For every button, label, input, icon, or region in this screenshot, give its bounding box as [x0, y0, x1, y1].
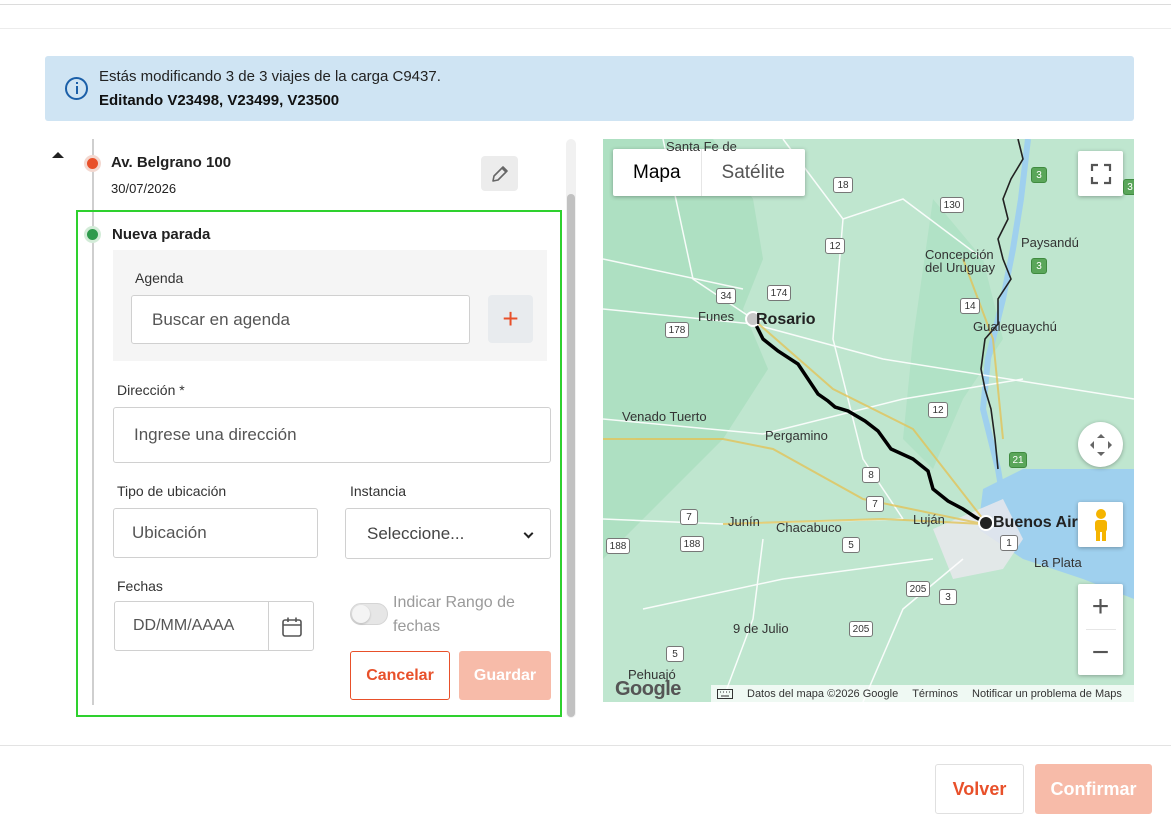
route-shield: 5 — [842, 537, 860, 553]
instancia-value: Seleccione... — [367, 523, 465, 543]
city-venado-tuerto: Venado Tuerto — [622, 409, 707, 424]
keyboard-icon[interactable] — [717, 688, 733, 699]
date-range-label: Indicar Rango de fechas — [393, 594, 515, 635]
info-banner: Estás modificando 3 de 3 viajes de la ca… — [45, 56, 1134, 121]
pencil-icon — [492, 166, 508, 182]
city-lujan: Luján — [913, 512, 945, 527]
route-shield: 188 — [680, 536, 704, 552]
camera-control-icon — [1089, 433, 1112, 456]
agenda-search-input[interactable]: Buscar en agenda — [131, 295, 470, 344]
route-shield: 7 — [680, 509, 698, 525]
route-shield: 8 — [862, 467, 880, 483]
scrollbar[interactable] — [566, 139, 576, 718]
city-concepcion: Concepción del Uruguay — [925, 247, 996, 275]
date-separator — [268, 602, 269, 650]
city-funes: Funes — [698, 309, 735, 324]
collapse-caret-icon[interactable] — [52, 152, 64, 158]
date-range-toggle[interactable] — [350, 603, 388, 625]
confirm-button[interactable]: Confirmar — [1035, 764, 1152, 814]
map-type-control: Mapa Satélite — [613, 149, 805, 196]
map-type-satellite-button[interactable]: Satélite — [700, 149, 805, 196]
origin-stop-marker — [84, 155, 101, 172]
route-shield: 130 — [940, 197, 964, 213]
street-view-pegman[interactable] — [1078, 502, 1123, 547]
city-pergamino: Pergamino — [765, 428, 828, 443]
city-gualeguaychu: Gualeguaychú — [973, 319, 1057, 334]
city-buenos-aires: Buenos Air — [993, 514, 1078, 531]
agenda-label: Agenda — [135, 270, 184, 286]
date-input[interactable]: DD/MM/AAAA — [114, 601, 314, 651]
header-divider — [0, 28, 1171, 29]
route-shield: 18 — [833, 177, 853, 193]
route-shield: 12 — [928, 402, 948, 418]
new-stop-marker — [84, 226, 101, 243]
route-shield: 188 — [606, 538, 630, 554]
map-report-link[interactable]: Notificar un problema de Maps — [972, 688, 1122, 700]
route-shield: 14 — [960, 298, 980, 314]
instancia-select[interactable]: Seleccione... — [345, 508, 551, 559]
info-icon — [65, 77, 88, 100]
route-shield: 205 — [906, 581, 930, 597]
route-shield: 178 — [665, 322, 689, 338]
route-shield: 3 — [939, 589, 957, 605]
route-shield: 174 — [767, 285, 791, 301]
zoom-out-button[interactable]: − — [1078, 630, 1123, 675]
route-shield: 205 — [849, 621, 873, 637]
city-9-de-julio: 9 de Julio — [733, 621, 789, 636]
scrollbar-thumb[interactable] — [567, 194, 575, 717]
pegman-icon — [1094, 508, 1107, 541]
save-button[interactable]: Guardar — [459, 651, 551, 700]
route-shield: 3 — [1123, 179, 1134, 195]
route-shield: 5 — [666, 646, 684, 662]
tipo-ubicacion-label: Tipo de ubicación — [117, 483, 227, 499]
route-shield: 12 — [825, 238, 845, 254]
route-shield: 3 — [1031, 258, 1047, 274]
add-contact-button[interactable]: + — [488, 295, 533, 343]
fechas-label: Fechas — [117, 578, 163, 594]
google-logo: Google — [615, 678, 681, 700]
date-placeholder: DD/MM/AAAA — [133, 617, 235, 634]
origin-stop-date: 30/07/2026 — [111, 181, 177, 196]
chevron-down-icon — [523, 528, 534, 539]
zoom-in-button[interactable]: + — [1078, 584, 1123, 629]
address-input[interactable]: Ingrese una dirección — [113, 407, 551, 463]
back-button[interactable]: Volver — [935, 764, 1024, 814]
new-stop-title: Nueva parada — [112, 226, 211, 243]
city-junin: Junín — [728, 514, 760, 529]
banner-message: Estás modificando 3 de 3 viajes de la ca… — [99, 68, 441, 85]
top-divider — [0, 4, 1171, 5]
route-shield: 1 — [1000, 535, 1018, 551]
map-data-credit: Datos del mapa ©2026 Google — [747, 687, 899, 700]
map-attribution: Datos del mapa ©2026 Google Términos Not… — [711, 685, 1134, 702]
city-paysandu: Paysandú — [1021, 235, 1079, 250]
origin-stop-title: Av. Belgrano 100 — [111, 154, 232, 171]
city-chacabuco: Chacabuco — [776, 520, 842, 535]
map-type-map-button[interactable]: Mapa — [613, 149, 701, 196]
banner-editing: Editando V23498, V23499, V23500 — [99, 92, 340, 109]
route-shield: 34 — [716, 288, 736, 304]
city-la-plata: La Plata — [1034, 555, 1082, 570]
edit-stop-button[interactable] — [481, 156, 518, 191]
zoom-control: + − — [1078, 584, 1123, 675]
instancia-label: Instancia — [350, 483, 407, 499]
calendar-icon[interactable] — [281, 616, 303, 638]
fullscreen-icon — [1090, 163, 1111, 184]
map[interactable]: Mapa Satélite + − Santa Fe de Rosario Fu… — [603, 139, 1134, 702]
route-shield: 3 — [1031, 167, 1047, 183]
city-rosario: Rosario — [756, 311, 816, 328]
map-camera-control[interactable] — [1078, 422, 1123, 467]
location-type-input[interactable]: Ubicación — [113, 508, 318, 558]
route-shield: 7 — [866, 496, 884, 512]
route-shield: 21 — [1009, 452, 1027, 468]
city-santa-fe: Santa Fe de — [666, 139, 737, 154]
map-terms-link[interactable]: Términos — [912, 688, 958, 700]
direccion-label: Dirección * — [117, 382, 185, 398]
footer-divider — [0, 745, 1171, 746]
fullscreen-button[interactable] — [1078, 151, 1123, 196]
cancel-button[interactable]: Cancelar — [350, 651, 450, 700]
